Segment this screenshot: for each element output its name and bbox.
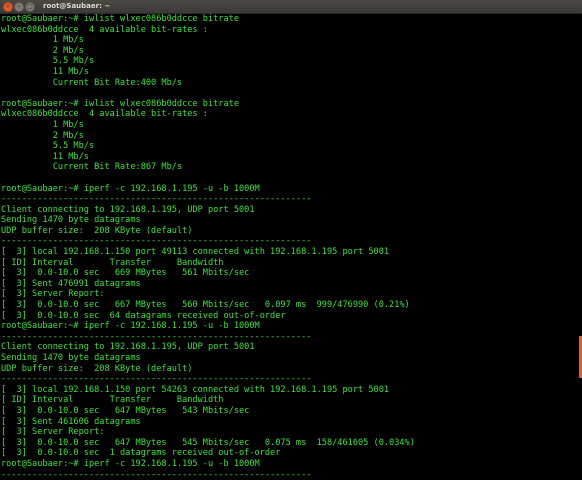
terminal-line: [ 3] 0.0-10.0 sec 669 MBytes 561 Mbits/s… xyxy=(1,268,250,279)
close-button[interactable]: × xyxy=(3,2,13,12)
terminal-line: [ 3] local 192.168.1.150 port 54263 conn… xyxy=(1,384,390,395)
terminal-line: [ 3] 0.0-10.0 sec 647 MBytes 545 Mbits/s… xyxy=(1,437,415,448)
terminal-line: [ 3] local 192.168.1.150 port 49113 conn… xyxy=(1,247,390,258)
terminal-line: 2 Mb/s xyxy=(1,45,84,56)
terminal-line: Current Bit Rate:867 Mb/s xyxy=(1,162,183,173)
terminal-line: ----------------------------------------… xyxy=(1,331,312,342)
terminal-line: [ 3] Sent 461606 datagrams xyxy=(1,416,141,427)
terminal-line: 2 Mb/s xyxy=(1,130,84,141)
terminal-line: 1 Mb/s xyxy=(1,35,84,46)
terminal-line: [ 3] 0.0-10.0 sec 1 datagrams received o… xyxy=(1,448,281,459)
terminal-line: root@Saubaer:~# iperf -c 192.168.1.195 -… xyxy=(1,321,260,332)
terminal-line: Sending 1470 byte datagrams xyxy=(1,353,141,363)
terminal-line: wlxec086b0ddcce 4 available bit-rates : xyxy=(1,109,208,120)
terminal-line: ----------------------------------------… xyxy=(1,374,312,385)
terminal-line: [ 3] Server Report: xyxy=(1,289,105,300)
terminal-line: UDP buffer size: 208 KByte (default) xyxy=(1,225,193,236)
terminal-line: 5.5 Mb/s xyxy=(1,141,95,152)
terminal-output[interactable]: root@Saubaer:~# iwlist wlxec086b0ddcce b… xyxy=(1,14,571,480)
terminal-line: 11 Mb/s xyxy=(1,151,89,162)
terminal-line: Sending 1470 byte datagrams xyxy=(1,215,141,226)
terminal-line: [ 3] Sent 476991 datagrams xyxy=(1,278,141,289)
terminal-line: ----------------------------------------… xyxy=(1,469,312,480)
terminal-line: root@Saubaer:~# iperf -c 192.168.1.195 -… xyxy=(1,458,260,469)
terminal-line: Client connecting to 192.168.1.195, UDP … xyxy=(1,204,255,215)
terminal-line: root@Saubaer:~# iwlist wlxec086b0ddcce b… xyxy=(1,14,239,24)
terminal-line: root@Saubaer:~# iwlist wlxec086b0ddcce b… xyxy=(1,98,239,109)
terminal-line: 11 Mb/s xyxy=(1,66,89,77)
maximize-button[interactable]: □ xyxy=(25,2,35,12)
terminal-window: × − □ root@Saubaer: ~ root@Saubaer:~# iw… xyxy=(0,0,582,480)
terminal-line: [ 3] 0.0-10.0 sec 667 MBytes 560 Mbits/s… xyxy=(1,300,410,311)
window-title: root@Saubaer: ~ xyxy=(43,2,111,10)
terminal-line: Current Bit Rate:400 Mb/s xyxy=(1,77,183,88)
terminal-line: 5.5 Mb/s xyxy=(1,56,95,67)
minimize-button[interactable]: − xyxy=(14,2,24,12)
terminal-line: ----------------------------------------… xyxy=(1,236,312,247)
terminal-line: [ ID] Interval Transfer Bandwidth xyxy=(1,257,224,268)
terminal-line: Client connecting to 192.168.1.195, UDP … xyxy=(1,342,255,353)
terminal-line: 1 Mb/s xyxy=(1,119,84,130)
terminal-line: root@Saubaer:~# iperf -c 192.168.1.195 -… xyxy=(1,183,260,194)
terminal-line: [ 3] Server Report: xyxy=(1,427,105,438)
terminal-line: [ 3] 0.0-10.0 sec 64 datagrams received … xyxy=(1,310,286,321)
title-bar[interactable]: × − □ root@Saubaer: ~ xyxy=(0,0,582,14)
terminal-line: [ ID] Interval Transfer Bandwidth xyxy=(1,395,224,406)
terminal-line: UDP buffer size: 208 KByte (default) xyxy=(1,363,193,374)
scrollbar[interactable] xyxy=(578,14,582,480)
terminal-line: ----------------------------------------… xyxy=(1,194,312,205)
terminal-line: [ 3] 0.0-10.0 sec 647 MBytes 543 Mbits/s… xyxy=(1,405,250,416)
terminal-line: wlxec086b0ddcce 4 available bit-rates : xyxy=(1,24,208,35)
